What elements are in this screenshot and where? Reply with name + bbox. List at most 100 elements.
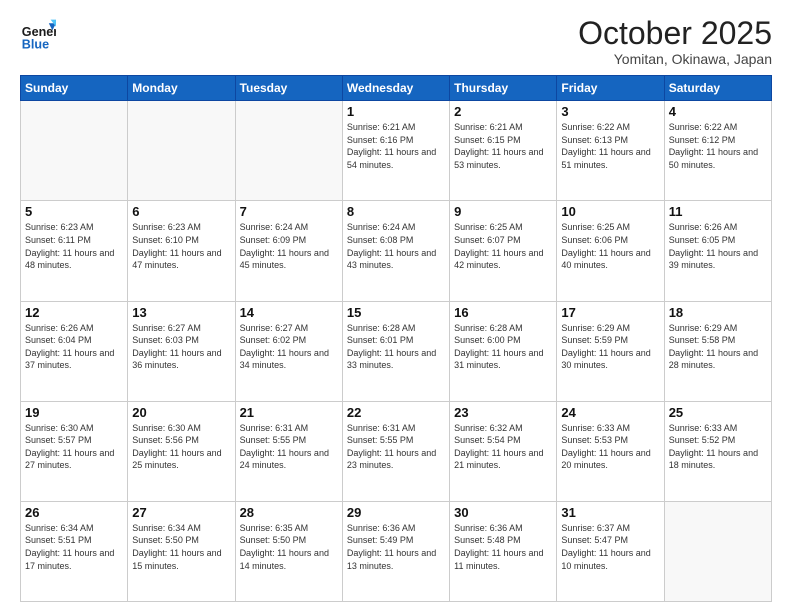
weekday-header-sunday: Sunday [21,76,128,101]
calendar-cell: 21 Sunrise: 6:31 AM Sunset: 5:55 PM Dayli… [235,401,342,501]
calendar-cell: 3Sunrise: 6:22 AM Sunset: 6:13 PM Daylig… [557,101,664,201]
calendar-cell: 5Sunrise: 6:23 AM Sunset: 6:11 PM Daylig… [21,201,128,301]
svg-text:Blue: Blue [22,37,49,51]
day-info: Sunrise: 6:31 AM Sunset: 5:55 PM Dayligh… [240,422,338,472]
calendar-cell: 23Sunrise: 6:32 AM Sunset: 5:54 PM Dayli… [450,401,557,501]
day-number: 17 [561,305,659,320]
day-number: 2 [454,104,552,119]
calendar-cell: 8 Sunrise: 6:24 AM Sunset: 6:08 PM Daylig… [342,201,449,301]
day-info: Sunrise: 6:31 AM Sunset: 5:55 PM Dayligh… [347,422,445,472]
month-title: October 2025 [578,16,772,51]
calendar-cell: 30 Sunrise: 6:36 AM Sunset: 5:48 PM Dayli… [450,501,557,601]
weekday-header-wednesday: Wednesday [342,76,449,101]
day-info: Sunrise: 6:27 AM Sunset: 6:03 PM Dayligh… [132,322,230,372]
day-number: 15 [347,305,445,320]
weekday-header-thursday: Thursday [450,76,557,101]
day-info: Sunrise: 6:33 AM Sunset: 5:53 PM Dayligh… [561,422,659,472]
week-row-4: 19Sunrise: 6:30 AM Sunset: 5:57 PM Dayli… [21,401,772,501]
day-number: 25 [669,405,767,420]
calendar-cell: 11 Sunrise: 6:26 AM Sunset: 6:05 PM Dayli… [664,201,771,301]
day-number: 6 [132,204,230,219]
day-info: Sunrise: 6:22 AM Sunset: 6:13 PM Dayligh… [561,121,659,171]
calendar-cell: 17 Sunrise: 6:29 AM Sunset: 5:59 PM Dayli… [557,301,664,401]
title-block: October 2025 Yomitan, Okinawa, Japan [578,16,772,67]
day-info: Sunrise: 6:34 AM Sunset: 5:51 PM Dayligh… [25,522,123,572]
location: Yomitan, Okinawa, Japan [578,51,772,67]
day-info: Sunrise: 6:23 AM Sunset: 6:10 PM Dayligh… [132,221,230,271]
weekday-header-tuesday: Tuesday [235,76,342,101]
day-info: Sunrise: 6:22 AM Sunset: 6:12 PM Dayligh… [669,121,767,171]
calendar-cell [128,101,235,201]
calendar-cell [664,501,771,601]
calendar-cell: 12Sunrise: 6:26 AM Sunset: 6:04 PM Dayli… [21,301,128,401]
day-number: 28 [240,505,338,520]
day-number: 4 [669,104,767,119]
week-row-5: 26 Sunrise: 6:34 AM Sunset: 5:51 PM Dayli… [21,501,772,601]
day-number: 5 [25,204,123,219]
day-number: 1 [347,104,445,119]
day-info: Sunrise: 6:34 AM Sunset: 5:50 PM Dayligh… [132,522,230,572]
day-number: 8 [347,204,445,219]
calendar-cell: 31 Sunrise: 6:37 AM Sunset: 5:47 PM Dayli… [557,501,664,601]
calendar-cell: 2 Sunrise: 6:21 AM Sunset: 6:15 PM Daylig… [450,101,557,201]
day-number: 30 [454,505,552,520]
day-number: 14 [240,305,338,320]
calendar-cell: 29 Sunrise: 6:36 AM Sunset: 5:49 PM Dayli… [342,501,449,601]
day-number: 29 [347,505,445,520]
calendar-cell: 26 Sunrise: 6:34 AM Sunset: 5:51 PM Dayli… [21,501,128,601]
calendar-cell: 4 Sunrise: 6:22 AM Sunset: 6:12 PM Daylig… [664,101,771,201]
day-info: Sunrise: 6:25 AM Sunset: 6:06 PM Dayligh… [561,221,659,271]
calendar-cell: 25Sunrise: 6:33 AM Sunset: 5:52 PM Dayli… [664,401,771,501]
calendar-cell: 27 Sunrise: 6:34 AM Sunset: 5:50 PM Dayli… [128,501,235,601]
day-number: 11 [669,204,767,219]
day-info: Sunrise: 6:25 AM Sunset: 6:07 PM Dayligh… [454,221,552,271]
calendar-cell: 19Sunrise: 6:30 AM Sunset: 5:57 PM Dayli… [21,401,128,501]
week-row-1: 1 Sunrise: 6:21 AM Sunset: 6:16 PM Daylig… [21,101,772,201]
calendar-cell [235,101,342,201]
calendar-cell: 22 Sunrise: 6:31 AM Sunset: 5:55 PM Dayli… [342,401,449,501]
calendar-cell: 14 Sunrise: 6:27 AM Sunset: 6:02 PM Dayli… [235,301,342,401]
day-info: Sunrise: 6:35 AM Sunset: 5:50 PM Dayligh… [240,522,338,572]
day-info: Sunrise: 6:21 AM Sunset: 6:16 PM Dayligh… [347,121,445,171]
calendar-cell: 9Sunrise: 6:25 AM Sunset: 6:07 PM Daylig… [450,201,557,301]
day-number: 26 [25,505,123,520]
calendar-cell: 18Sunrise: 6:29 AM Sunset: 5:58 PM Dayli… [664,301,771,401]
calendar-cell: 6 Sunrise: 6:23 AM Sunset: 6:10 PM Daylig… [128,201,235,301]
day-number: 24 [561,405,659,420]
weekday-header-row: SundayMondayTuesdayWednesdayThursdayFrid… [21,76,772,101]
calendar-cell: 24 Sunrise: 6:33 AM Sunset: 5:53 PM Dayli… [557,401,664,501]
day-number: 22 [347,405,445,420]
day-number: 27 [132,505,230,520]
day-info: Sunrise: 6:24 AM Sunset: 6:09 PM Dayligh… [240,221,338,271]
logo-icon: General Blue [20,16,56,52]
day-info: Sunrise: 6:28 AM Sunset: 6:01 PM Dayligh… [347,322,445,372]
day-info: Sunrise: 6:30 AM Sunset: 5:57 PM Dayligh… [25,422,123,472]
day-info: Sunrise: 6:24 AM Sunset: 6:08 PM Dayligh… [347,221,445,271]
day-number: 31 [561,505,659,520]
day-number: 16 [454,305,552,320]
day-info: Sunrise: 6:27 AM Sunset: 6:02 PM Dayligh… [240,322,338,372]
calendar-cell: 15 Sunrise: 6:28 AM Sunset: 6:01 PM Dayli… [342,301,449,401]
day-number: 13 [132,305,230,320]
day-info: Sunrise: 6:36 AM Sunset: 5:48 PM Dayligh… [454,522,552,572]
calendar-cell: 16 Sunrise: 6:28 AM Sunset: 6:00 PM Dayli… [450,301,557,401]
calendar-cell: 10Sunrise: 6:25 AM Sunset: 6:06 PM Dayli… [557,201,664,301]
day-info: Sunrise: 6:21 AM Sunset: 6:15 PM Dayligh… [454,121,552,171]
day-info: Sunrise: 6:37 AM Sunset: 5:47 PM Dayligh… [561,522,659,572]
day-info: Sunrise: 6:26 AM Sunset: 6:05 PM Dayligh… [669,221,767,271]
day-number: 20 [132,405,230,420]
day-info: Sunrise: 6:29 AM Sunset: 5:59 PM Dayligh… [561,322,659,372]
logo: General Blue [20,16,60,52]
day-info: Sunrise: 6:36 AM Sunset: 5:49 PM Dayligh… [347,522,445,572]
day-info: Sunrise: 6:30 AM Sunset: 5:56 PM Dayligh… [132,422,230,472]
weekday-header-friday: Friday [557,76,664,101]
calendar-cell [21,101,128,201]
day-number: 21 [240,405,338,420]
weekday-header-saturday: Saturday [664,76,771,101]
calendar-cell: 20 Sunrise: 6:30 AM Sunset: 5:56 PM Dayli… [128,401,235,501]
calendar-cell: 13 Sunrise: 6:27 AM Sunset: 6:03 PM Dayli… [128,301,235,401]
day-info: Sunrise: 6:28 AM Sunset: 6:00 PM Dayligh… [454,322,552,372]
day-number: 7 [240,204,338,219]
day-number: 23 [454,405,552,420]
calendar-cell: 7 Sunrise: 6:24 AM Sunset: 6:09 PM Daylig… [235,201,342,301]
